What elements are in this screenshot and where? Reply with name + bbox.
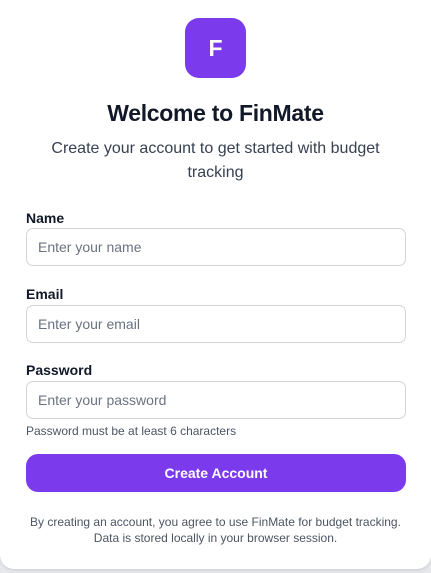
password-hint: Password must be at least 6 characters — [26, 424, 237, 438]
password-input[interactable] — [26, 381, 406, 419]
footer-note: By creating an account, you agree to use… — [20, 514, 411, 546]
name-label: Name — [26, 210, 65, 226]
footer-line-2: Data is stored locally in your browser s… — [93, 531, 338, 545]
signup-card: F Welcome to FinMate Create your account… — [0, 0, 431, 569]
footer-line-1: By creating an account, you agree to use… — [30, 515, 401, 529]
email-label: Email — [26, 286, 64, 302]
app-logo: F — [185, 18, 246, 78]
name-input[interactable] — [26, 228, 406, 266]
create-account-button[interactable]: Create Account — [26, 454, 406, 492]
password-label: Password — [26, 362, 93, 378]
page-title: Welcome to FinMate — [107, 100, 324, 126]
page-subtitle: Create your account to get started with … — [51, 140, 380, 181]
logo-letter: F — [208, 34, 223, 61]
email-input[interactable] — [26, 305, 406, 343]
